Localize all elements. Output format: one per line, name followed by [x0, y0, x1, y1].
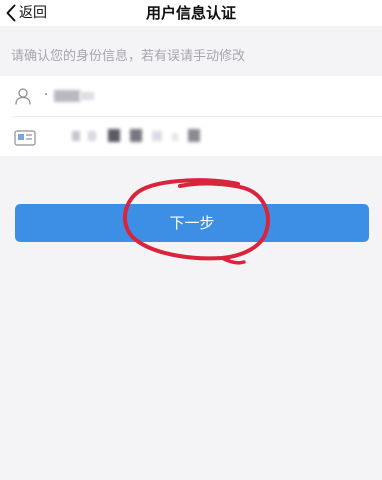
name-field[interactable]: · [0, 76, 382, 116]
annotation-circle-mark [122, 178, 270, 265]
name-redaction [54, 90, 80, 102]
hint-text: 请确认您的身份信息，若有误请手动修改 [11, 48, 246, 64]
id-redaction-1 [72, 131, 80, 141]
id-redaction-6 [172, 133, 178, 141]
id-redaction-5 [152, 131, 162, 141]
nav-bar: 返回 用户信息认证 [0, 0, 382, 26]
page-title: 用户信息认证 [145, 4, 236, 22]
id-card-icon [14, 130, 36, 150]
hint-bar: 请确认您的身份信息，若有误请手动修改 [0, 34, 382, 74]
id-redaction-4 [130, 129, 142, 142]
name-value: · [44, 88, 51, 103]
id-redaction-3 [108, 129, 120, 142]
name-redaction-tail [80, 92, 94, 100]
identity-form: · [0, 76, 382, 156]
id-redaction-2 [88, 131, 96, 141]
id-number-field[interactable] [0, 116, 382, 156]
user-icon [14, 87, 32, 109]
id-redaction-7 [188, 129, 200, 142]
